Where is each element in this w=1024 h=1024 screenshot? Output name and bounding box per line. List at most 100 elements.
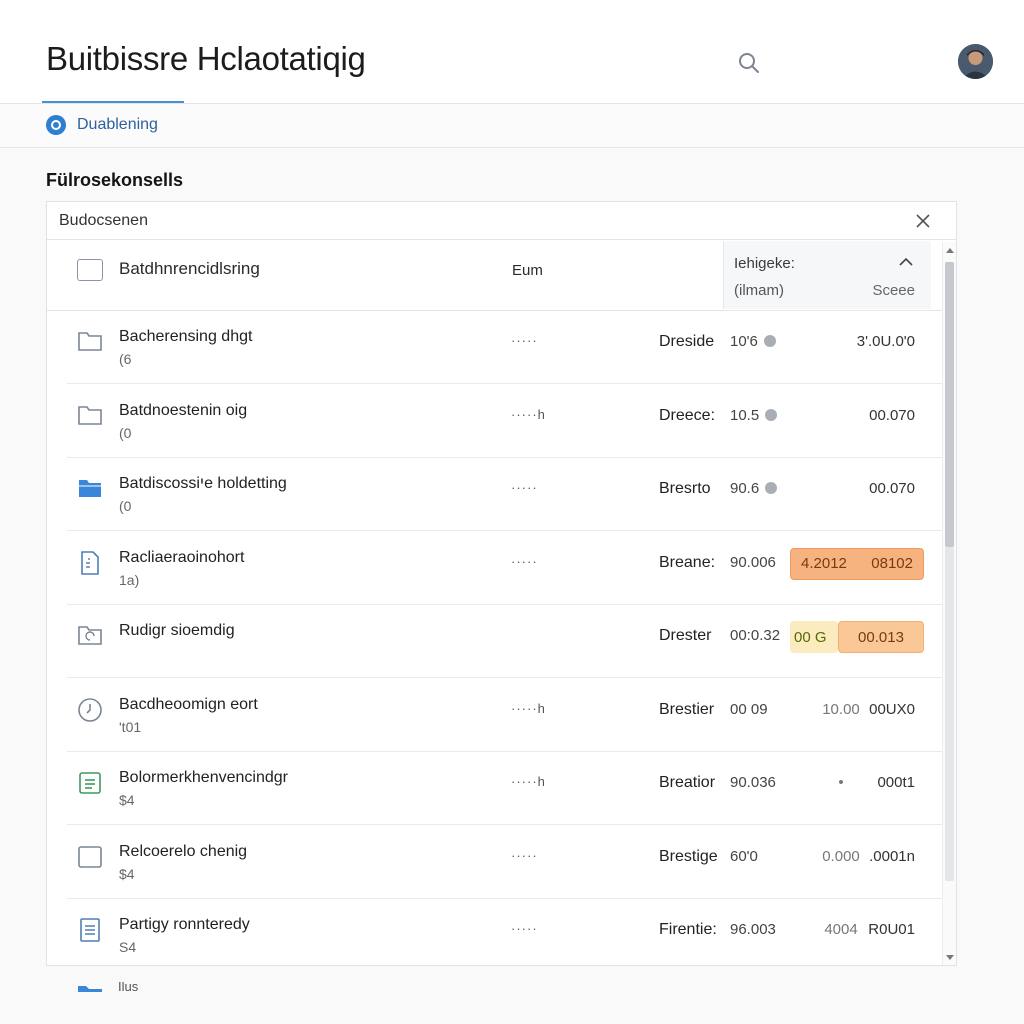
column-header-eum[interactable]: Eum [512, 262, 543, 279]
row-value-tertiary: R0U01 [868, 921, 915, 938]
row-eum-value: ·····h [511, 700, 546, 716]
row-value-tertiary: 00.013 [838, 621, 924, 653]
row-subtitle: 1a) [119, 571, 140, 588]
row-type: Brestige [659, 847, 718, 865]
row-type: Dreside [659, 333, 715, 350]
row-subtitle: 't01 [119, 718, 142, 735]
clear-button[interactable] [911, 209, 935, 233]
row-name: Relcoerelo chenig [119, 842, 248, 860]
avatar[interactable] [958, 44, 993, 79]
row-eum-value: ····· [511, 921, 538, 936]
row-type: Breatior [659, 774, 716, 791]
row-name: Bacdheoomign eort [119, 695, 258, 713]
row-value-primary-text: 00 09 [730, 700, 768, 718]
scroll-thumb[interactable] [945, 262, 954, 547]
row-value-primary: 90.6 [730, 480, 778, 497]
search-icon [739, 53, 759, 73]
document-lines-icon [77, 917, 103, 943]
row-eum-value: ·····h [511, 774, 546, 789]
list-icon [77, 770, 103, 796]
filter-input[interactable] [47, 202, 907, 239]
highlight-badge: 4.2012 08102 [790, 547, 924, 580]
app-title: Buitbissre Hclaotatiqig [46, 40, 366, 77]
folder-filled-icon [77, 476, 103, 502]
tab-status[interactable]: Duablening [46, 115, 158, 135]
app-header: Buitbissre Hclaotatiqig [0, 0, 1024, 104]
row-value-primary: 96.003 [730, 921, 776, 938]
table-row[interactable]: Batdiscossiיe holdetting (0 ····· Bresrto 90… [67, 458, 942, 531]
scroll-up-button[interactable] [943, 244, 957, 256]
scroll-track [945, 547, 954, 881]
info-icon[interactable] [763, 335, 776, 347]
row-value-primary-text: 10'6 [730, 333, 758, 350]
row-type: Dreece: [659, 406, 716, 424]
table-row[interactable]: Batdnoestenin oig (0 ·····h Dreece: 10.5 00.0… [67, 385, 942, 458]
row-name: Batdiscossiיe holdetting [119, 475, 287, 492]
clock-icon [77, 697, 103, 723]
column-header-sort-name[interactable]: Iehigeke: [734, 255, 795, 272]
search-button[interactable] [730, 44, 768, 82]
table-row[interactable]: Relcoerelo chenig $4 ····· Brestige 60'0 0.00… [67, 826, 942, 899]
caret-up-icon [946, 247, 954, 253]
section-title: Fülrosekonsells [46, 170, 184, 190]
close-icon [916, 214, 930, 228]
row-name: Rudigr sioemdig [119, 622, 235, 639]
row-subtitle: $4 [119, 792, 135, 808]
scroll-down-button[interactable] [943, 951, 957, 963]
row-eum-value: ····· [511, 333, 538, 348]
row-eum-value: ····· [511, 553, 538, 569]
row-value-tertiary: 08102 [871, 555, 913, 572]
column-header-name[interactable]: Batdhnrencidlsring [119, 259, 260, 279]
row-value-tertiary: 000t1 [877, 774, 915, 791]
info-icon[interactable] [765, 482, 778, 494]
row-eum-value: ····· [511, 847, 538, 863]
info-icon[interactable] [765, 408, 778, 421]
title-underline [42, 101, 184, 103]
row-name: Batdnoestenin oig [119, 401, 248, 419]
column-header-sort-group: Iehigeke: (ilmam) Sceee [723, 241, 931, 309]
row-value-secondary: 10.00 [822, 700, 860, 718]
tab-status-label: Duablening [77, 116, 158, 133]
table-row[interactable]: Bolormerkhenvencindgr $4 ·····h Breatior 90.… [67, 752, 942, 825]
row-value-primary: 00:0.32 [730, 627, 780, 644]
row-value-secondary: • [838, 774, 844, 791]
row-subtitle: (0 [119, 424, 132, 441]
row-value-primary-text: 90.006 [730, 553, 776, 571]
results-panel: Batdhnrencidlsring Eum Iehigeke: (ilmam)… [46, 201, 957, 966]
row-value-tertiary: 00.070 [869, 406, 915, 424]
row-name: Racliaeraoinohort [119, 548, 245, 566]
table-body: Bacherensing dhgt (6 ····· Dreside 10'6 3'.0U… [47, 311, 942, 966]
column-header-score[interactable]: Sceee [872, 282, 915, 299]
row-value-primary: 10'6 [730, 333, 776, 350]
folder-outline-icon [77, 329, 103, 355]
row-subtitle: $4 [119, 865, 135, 882]
row-type: Breane: [659, 553, 716, 571]
row-value-primary: 90.036 [730, 774, 776, 791]
table-row[interactable]: Partigy ronnteredy S4 ····· Firentie: 96.003… [67, 899, 942, 966]
tab-bar: Duablening [0, 104, 1024, 148]
table-row[interactable]: Rudigr sioemdig Drester 00:0.32 00 G 00.013 [67, 605, 942, 678]
row-eum-value: ·····h [511, 406, 546, 422]
select-all-checkbox[interactable] [77, 259, 103, 281]
row-value-tertiary: 3'.0U.0'0 [856, 333, 915, 350]
row-value-primary-text: 90.036 [730, 774, 776, 791]
row-type: Brestier [659, 700, 715, 718]
list-item-peek-label: Ilus [118, 982, 139, 992]
row-type: Drester [659, 627, 712, 644]
row-subtitle: (0 [119, 498, 132, 514]
folder-sync-icon [77, 623, 103, 649]
table-row[interactable]: Racliaeraoinohort 1a) ····· Breane: 90.006 4.… [67, 532, 942, 605]
table-row[interactable]: Bacdheoomign eort 't01 ·····h Brestier 00 09… [67, 679, 942, 752]
row-value-secondary: 00 G [790, 621, 838, 653]
row-value-tertiary: 00UX0 [869, 700, 915, 718]
row-subtitle: S4 [119, 939, 137, 955]
row-value-primary-text: 10.5 [730, 406, 760, 424]
row-value-primary-text: 60'0 [730, 847, 758, 865]
sort-button[interactable] [894, 251, 918, 271]
folder-filled-icon [76, 982, 104, 992]
scrollbar[interactable] [942, 242, 956, 965]
row-type: Firentie: [659, 921, 717, 938]
table-row[interactable]: Bacherensing dhgt (6 ····· Dreside 10'6 3'.0U… [67, 311, 942, 384]
caret-down-icon [946, 954, 954, 960]
row-value-primary-text: 00:0.32 [730, 627, 781, 644]
